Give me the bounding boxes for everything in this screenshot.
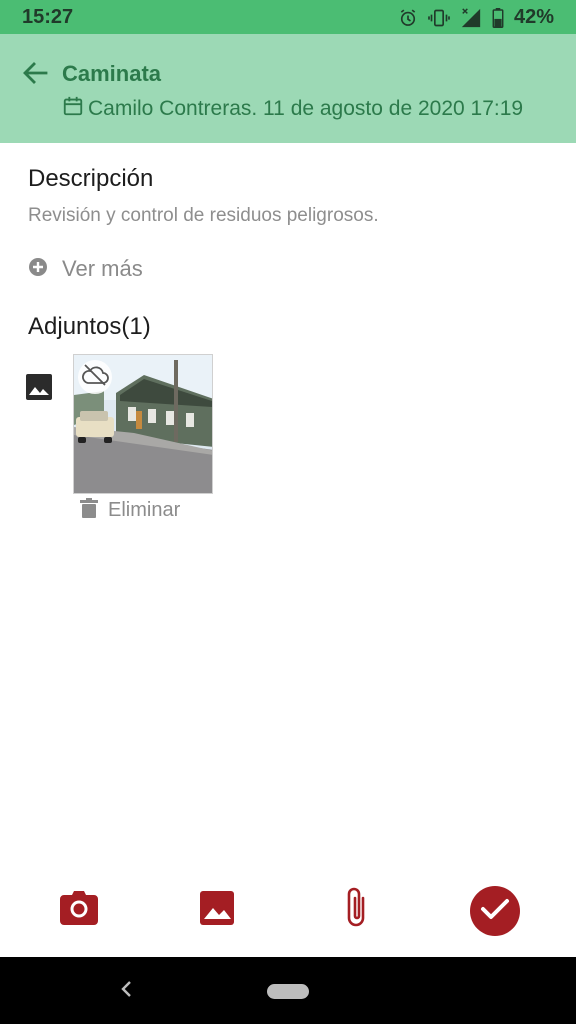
nav-home-pill[interactable] [267, 984, 309, 999]
status-bar: 15:27 42% [0, 0, 576, 34]
battery-icon [492, 7, 504, 28]
attachments-heading: Adjuntos(1) [28, 313, 151, 340]
camera-icon [60, 890, 98, 930]
app-bar: Caminata Camilo Contreras. 11 de agosto … [0, 34, 576, 143]
attach-file-button[interactable] [330, 884, 382, 936]
arrow-back-icon [22, 61, 48, 90]
image-icon [26, 374, 52, 405]
description-heading: Descripción [28, 165, 154, 192]
system-nav-bar [0, 957, 576, 1024]
back-button[interactable] [18, 60, 52, 90]
status-time: 15:27 [22, 6, 74, 28]
status-icons: 42% [398, 6, 554, 29]
image-icon [200, 890, 234, 930]
description-text: Revisión y control de residuos peligroso… [28, 205, 379, 226]
calendar-icon [62, 95, 84, 123]
cloud-off-icon [81, 363, 109, 391]
add-circle-icon [28, 257, 48, 282]
see-more-label: Ver más [62, 256, 143, 281]
see-more-button[interactable]: Ver más [28, 256, 143, 282]
alarm-icon [398, 8, 418, 28]
record-meta-text: Camilo Contreras. 11 de agosto de 2020 1… [88, 97, 524, 120]
check-icon [480, 897, 510, 926]
chevron-left-icon [119, 980, 133, 1003]
attach-icon [343, 886, 369, 935]
battery-percent: 42% [513, 6, 554, 28]
signal-icon [460, 7, 482, 29]
nav-back-button[interactable] [112, 977, 140, 1005]
gallery-button[interactable] [191, 884, 243, 936]
page-title: Caminata [62, 61, 162, 86]
delete-attachment-button[interactable]: Eliminar [80, 498, 180, 523]
trash-icon [80, 498, 98, 523]
record-meta: Camilo Contreras. 11 de agosto de 2020 1… [62, 95, 523, 123]
cloud-off-badge [78, 360, 112, 394]
delete-label: Eliminar [108, 499, 181, 521]
confirm-button[interactable] [470, 886, 520, 936]
camera-button[interactable] [53, 884, 105, 936]
vibrate-icon [428, 8, 450, 28]
